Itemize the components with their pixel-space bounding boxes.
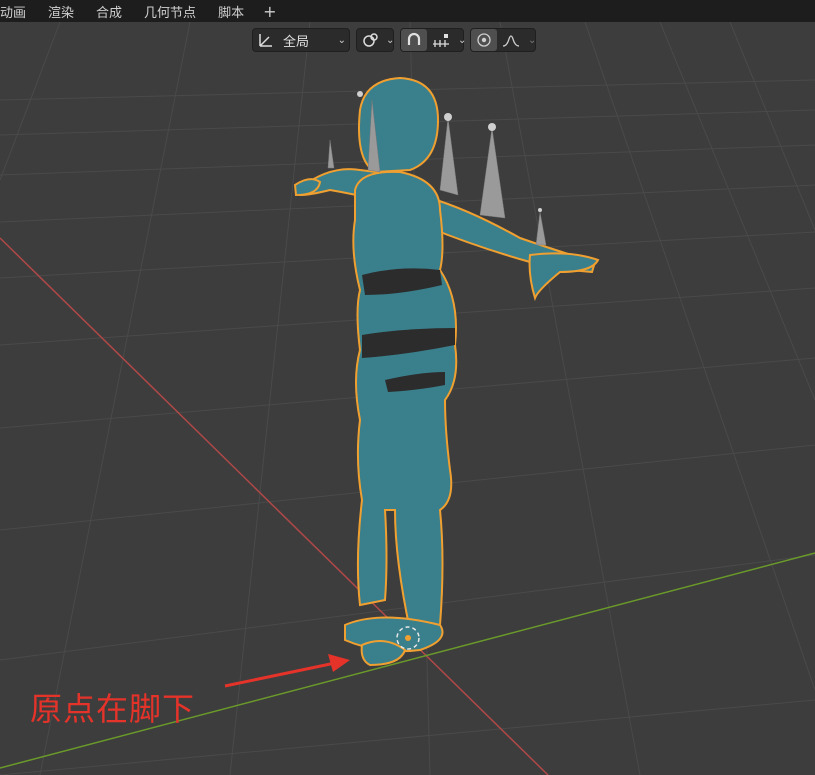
tab-geometry-nodes[interactable]: 几何节点 [133, 2, 207, 21]
add-workspace-button[interactable]: + [255, 2, 284, 21]
proportional-edit-group: ⌄ [470, 28, 536, 52]
viewport-header-toolbar: 全局 ⌄ ⌄ ⌄ ⌄ [252, 28, 536, 52]
tab-scripting[interactable]: 脚本 [207, 2, 255, 21]
annotation-arrow [224, 654, 350, 688]
chevron-down-icon: ⌄ [337, 34, 346, 46]
snap-increment-icon[interactable] [427, 29, 455, 51]
top-menu-bar: 动画 渲染 合成 几何节点 脚本 + [0, 0, 815, 22]
proportional-edit-icon[interactable] [471, 29, 497, 51]
orientation-value: 全局 [283, 34, 310, 50]
tab-rendering[interactable]: 渲染 [37, 2, 85, 21]
tab-compositing[interactable]: 合成 [85, 2, 133, 21]
snapping-group: ⌄ [400, 28, 466, 52]
annotation-label: 原点在脚下 [30, 690, 196, 728]
chevron-down-icon: ⌄ [386, 34, 395, 46]
pivot-point-icon [357, 29, 383, 51]
transform-orientation-dropdown[interactable]: 全局 ⌄ [252, 28, 350, 52]
tab-animation[interactable]: 动画 [0, 2, 37, 21]
falloff-curve-icon[interactable] [497, 29, 525, 51]
axis-orientation-icon [253, 29, 279, 51]
chevron-down-icon[interactable]: ⌄ [525, 35, 539, 46]
3d-viewport[interactable] [0, 22, 815, 775]
chevron-down-icon[interactable]: ⌄ [455, 35, 469, 46]
pivot-point-dropdown[interactable]: ⌄ [356, 28, 394, 52]
snap-magnet-icon[interactable] [401, 29, 427, 51]
